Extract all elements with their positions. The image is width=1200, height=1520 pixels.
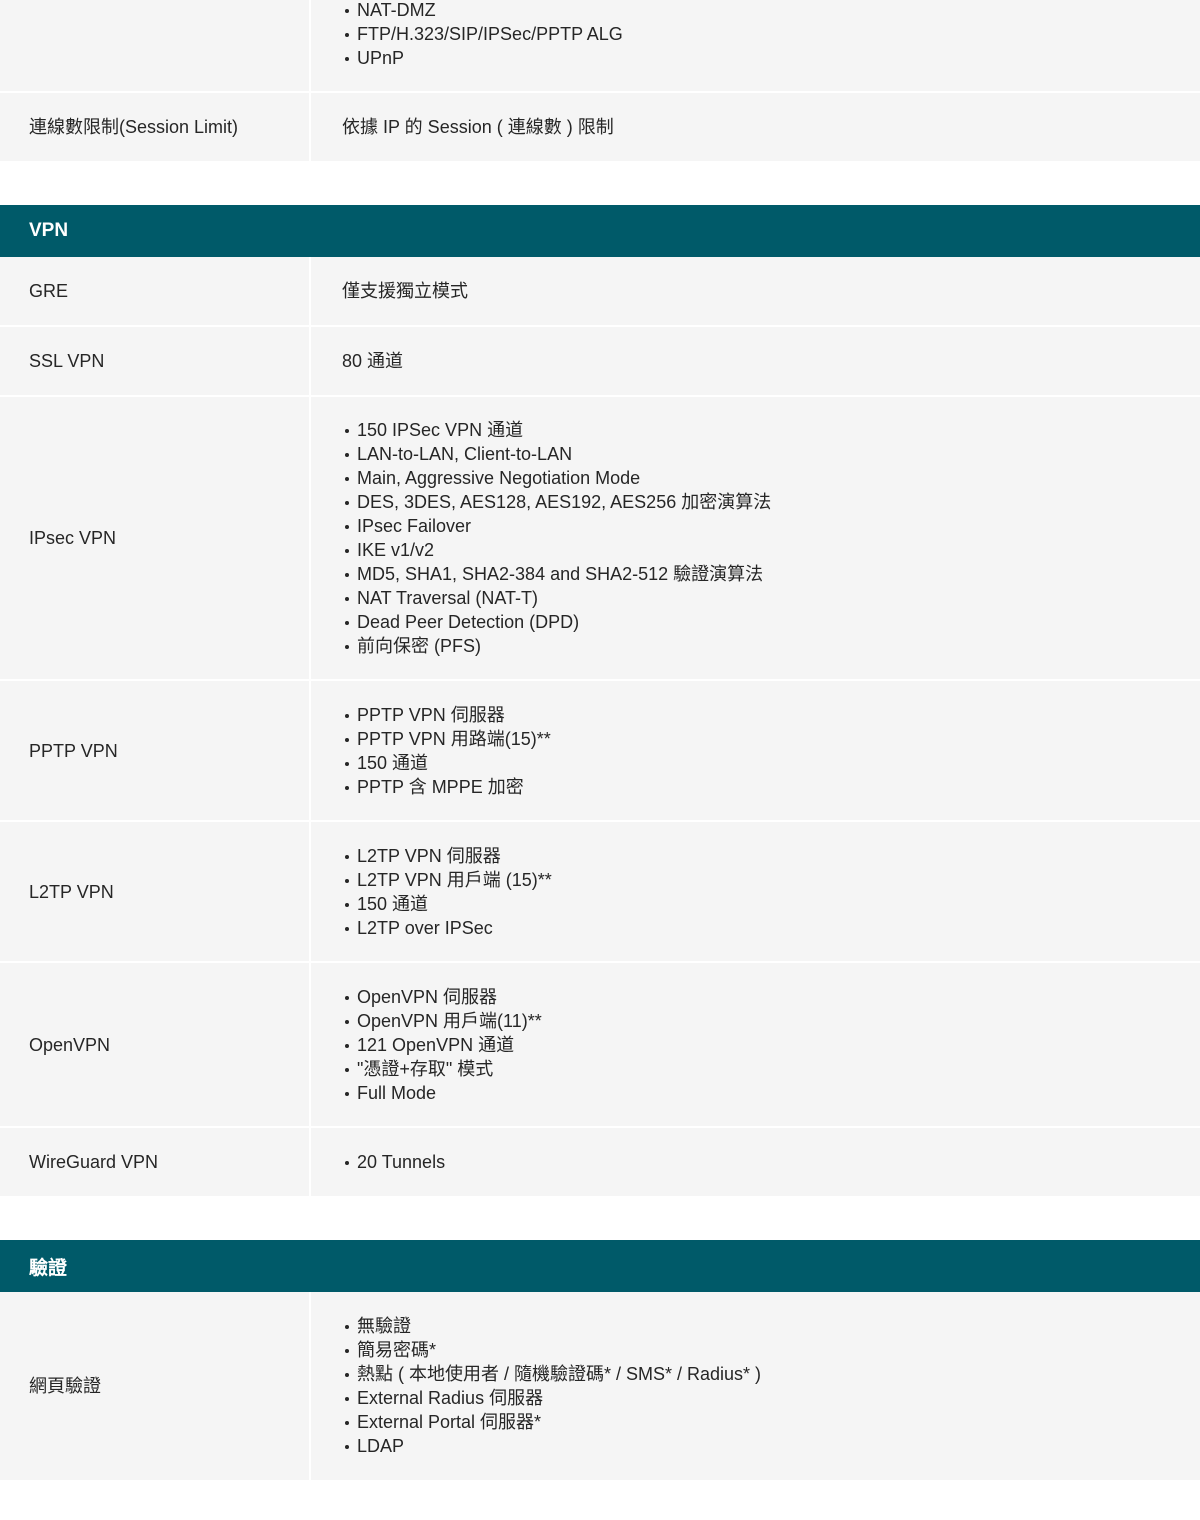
spec-row-nat-features: NAT-DMZ FTP/H.323/SIP/IPSec/PPTP ALG UPn… [0, 0, 1200, 93]
spec-value: OpenVPN 伺服器 OpenVPN 用戶端(11)** 121 OpenVP… [309, 963, 1200, 1126]
list-item: FTP/H.323/SIP/IPSec/PPTP ALG [342, 22, 1200, 46]
spec-row-web-auth: 網頁驗證 無驗證 簡易密碼* 熱點 ( 本地使用者 / 隨機驗證碼* / SMS… [0, 1292, 1200, 1482]
list-item: OpenVPN 伺服器 [342, 985, 1200, 1009]
list-item: LDAP [342, 1434, 1200, 1458]
bullet-list: 20 Tunnels [342, 1150, 1200, 1174]
list-item: Main, Aggressive Negotiation Mode [342, 466, 1200, 490]
list-item: 20 Tunnels [342, 1150, 1200, 1174]
list-item: NAT-DMZ [342, 0, 1200, 22]
list-item: PPTP 含 MPPE 加密 [342, 775, 1200, 799]
spec-row-pptp-vpn: PPTP VPN PPTP VPN 伺服器 PPTP VPN 用路端(15)**… [0, 681, 1200, 822]
list-item: NAT Traversal (NAT-T) [342, 586, 1200, 610]
spec-value: 無驗證 簡易密碼* 熱點 ( 本地使用者 / 隨機驗證碼* / SMS* / R… [309, 1292, 1200, 1480]
bullet-list: 150 IPSec VPN 通道 LAN-to-LAN, Client-to-L… [342, 418, 1200, 658]
list-item: Dead Peer Detection (DPD) [342, 610, 1200, 634]
spec-value: 20 Tunnels [309, 1128, 1200, 1196]
list-item: LAN-to-LAN, Client-to-LAN [342, 442, 1200, 466]
spec-label: L2TP VPN [29, 881, 114, 902]
list-item: 150 通道 [342, 751, 1200, 775]
spec-label [0, 0, 309, 91]
list-item: L2TP VPN 伺服器 [342, 844, 1200, 868]
spec-row-gre: GRE 僅支援獨立模式 [0, 257, 1200, 327]
list-item: 121 OpenVPN 通道 [342, 1033, 1200, 1057]
section-gap [0, 163, 1200, 205]
list-item: 150 IPSec VPN 通道 [342, 418, 1200, 442]
list-item: External Portal 伺服器* [342, 1410, 1200, 1434]
spec-row-openvpn: OpenVPN OpenVPN 伺服器 OpenVPN 用戶端(11)** 12… [0, 963, 1200, 1128]
section-header-auth: 驗證 [0, 1240, 1200, 1292]
spec-row-wireguard-vpn: WireGuard VPN 20 Tunnels [0, 1128, 1200, 1198]
bullet-list: 無驗證 簡易密碼* 熱點 ( 本地使用者 / 隨機驗證碼* / SMS* / R… [342, 1314, 1200, 1458]
list-item: External Radius 伺服器 [342, 1386, 1200, 1410]
list-item: OpenVPN 用戶端(11)** [342, 1009, 1200, 1033]
list-item: 熱點 ( 本地使用者 / 隨機驗證碼* / SMS* / Radius* ) [342, 1362, 1200, 1386]
list-item: 150 通道 [342, 892, 1200, 916]
list-item: "憑證+存取" 模式 [342, 1057, 1200, 1081]
list-item: UPnP [342, 46, 1200, 70]
list-item: IPsec Failover [342, 514, 1200, 538]
spec-label: 連線數限制(Session Limit) [29, 117, 239, 137]
spec-label: PPTP VPN [29, 740, 118, 761]
spec-table: NAT-DMZ FTP/H.323/SIP/IPSec/PPTP ALG UPn… [0, 0, 1200, 1482]
list-item: IKE v1/v2 [342, 538, 1200, 562]
spec-label: 網頁驗證 [29, 1376, 101, 1396]
section-header-vpn: VPN [0, 205, 1200, 257]
list-item: PPTP VPN 伺服器 [342, 703, 1200, 727]
spec-value: 150 IPSec VPN 通道 LAN-to-LAN, Client-to-L… [309, 397, 1200, 679]
list-item: L2TP over IPSec [342, 916, 1200, 940]
spec-value: 僅支援獨立模式 [309, 257, 1200, 325]
bullet-list: L2TP VPN 伺服器 L2TP VPN 用戶端 (15)** 150 通道 … [342, 844, 1200, 940]
spec-page: NAT-DMZ FTP/H.323/SIP/IPSec/PPTP ALG UPn… [0, 0, 1200, 1520]
spec-row-ipsec-vpn: IPsec VPN 150 IPSec VPN 通道 LAN-to-LAN, C… [0, 397, 1200, 681]
spec-row-session-limit: 連線數限制(Session Limit) 依據 IP 的 Session ( 連… [0, 93, 1200, 163]
spec-label: OpenVPN [29, 1034, 111, 1055]
spec-value: 依據 IP 的 Session ( 連線數 ) 限制 [309, 93, 1200, 161]
section-gap [0, 1198, 1200, 1240]
list-item: PPTP VPN 用路端(15)** [342, 727, 1200, 751]
list-item: MD5, SHA1, SHA2-384 and SHA2-512 驗證演算法 [342, 562, 1200, 586]
list-item: 前向保密 (PFS) [342, 634, 1200, 658]
list-item: DES, 3DES, AES128, AES192, AES256 加密演算法 [342, 490, 1200, 514]
spec-value: PPTP VPN 伺服器 PPTP VPN 用路端(15)** 150 通道 P… [309, 681, 1200, 820]
spec-label: IPsec VPN [29, 528, 117, 548]
bullet-list: OpenVPN 伺服器 OpenVPN 用戶端(11)** 121 OpenVP… [342, 985, 1200, 1105]
list-item: Full Mode [342, 1081, 1200, 1105]
list-item: 簡易密碼* [342, 1338, 1200, 1362]
bullet-list: NAT-DMZ FTP/H.323/SIP/IPSec/PPTP ALG UPn… [342, 0, 1200, 70]
bullet-list: PPTP VPN 伺服器 PPTP VPN 用路端(15)** 150 通道 P… [342, 703, 1200, 799]
list-item: L2TP VPN 用戶端 (15)** [342, 868, 1200, 892]
spec-row-l2tp-vpn: L2TP VPN L2TP VPN 伺服器 L2TP VPN 用戶端 (15)*… [0, 822, 1200, 963]
spec-value: 80 通道 [309, 327, 1200, 395]
spec-label: WireGuard VPN [29, 1152, 159, 1172]
list-item: 無驗證 [342, 1314, 1200, 1338]
spec-value: L2TP VPN 伺服器 L2TP VPN 用戶端 (15)** 150 通道 … [309, 822, 1200, 961]
spec-label: SSL VPN [29, 351, 105, 371]
spec-value: NAT-DMZ FTP/H.323/SIP/IPSec/PPTP ALG UPn… [309, 0, 1200, 91]
spec-label: GRE [29, 281, 69, 301]
spec-row-ssl-vpn: SSL VPN 80 通道 [0, 327, 1200, 397]
